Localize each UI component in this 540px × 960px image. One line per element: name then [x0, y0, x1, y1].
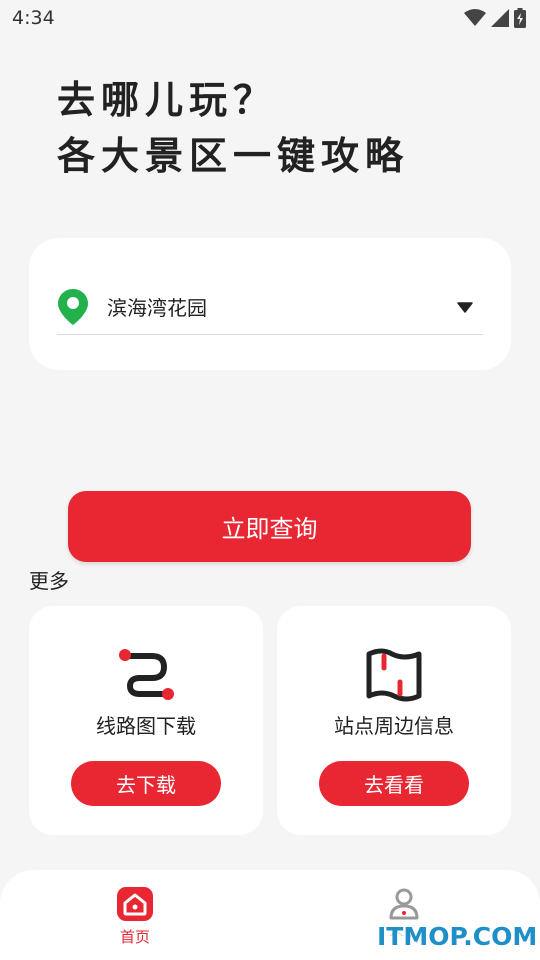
download-button[interactable]: 去下载	[71, 761, 221, 806]
more-label: 更多	[29, 569, 69, 593]
nav-item-home[interactable]: 首页	[95, 886, 175, 947]
status-icons	[464, 8, 526, 28]
chevron-down-icon[interactable]	[457, 301, 473, 313]
feature-title: 线路图下载	[96, 714, 196, 738]
user-icon	[389, 888, 419, 920]
status-bar: 4:34	[0, 0, 540, 36]
route-icon	[119, 649, 174, 700]
status-time: 4:34	[12, 7, 55, 29]
headline-line2: 各大景区一键攻略	[57, 134, 410, 178]
query-button[interactable]: 立即查询	[68, 491, 471, 562]
feature-card-station-info: 站点周边信息 去看看	[277, 606, 511, 835]
feature-title: 站点周边信息	[334, 714, 454, 738]
battery-icon	[514, 8, 526, 28]
view-button[interactable]: 去看看	[319, 761, 469, 806]
wifi-icon	[464, 9, 486, 26]
headline: 去哪儿玩？ 各大景区一键攻略	[57, 72, 477, 184]
signal-icon	[491, 9, 509, 27]
map-icon	[366, 648, 422, 702]
nav-label-home: 首页	[119, 928, 150, 946]
location-value: 滨海湾花园	[107, 296, 207, 320]
location-selector[interactable]: 滨海湾花园	[57, 285, 483, 335]
feature-card-route-download: 线路图下载 去下载	[29, 606, 263, 835]
watermark: ITMOP.COM	[377, 922, 538, 951]
location-card: 滨海湾花园	[29, 238, 511, 370]
location-pin-icon	[58, 288, 88, 325]
headline-line1: 去哪儿玩？	[57, 78, 278, 122]
home-icon	[117, 887, 153, 921]
